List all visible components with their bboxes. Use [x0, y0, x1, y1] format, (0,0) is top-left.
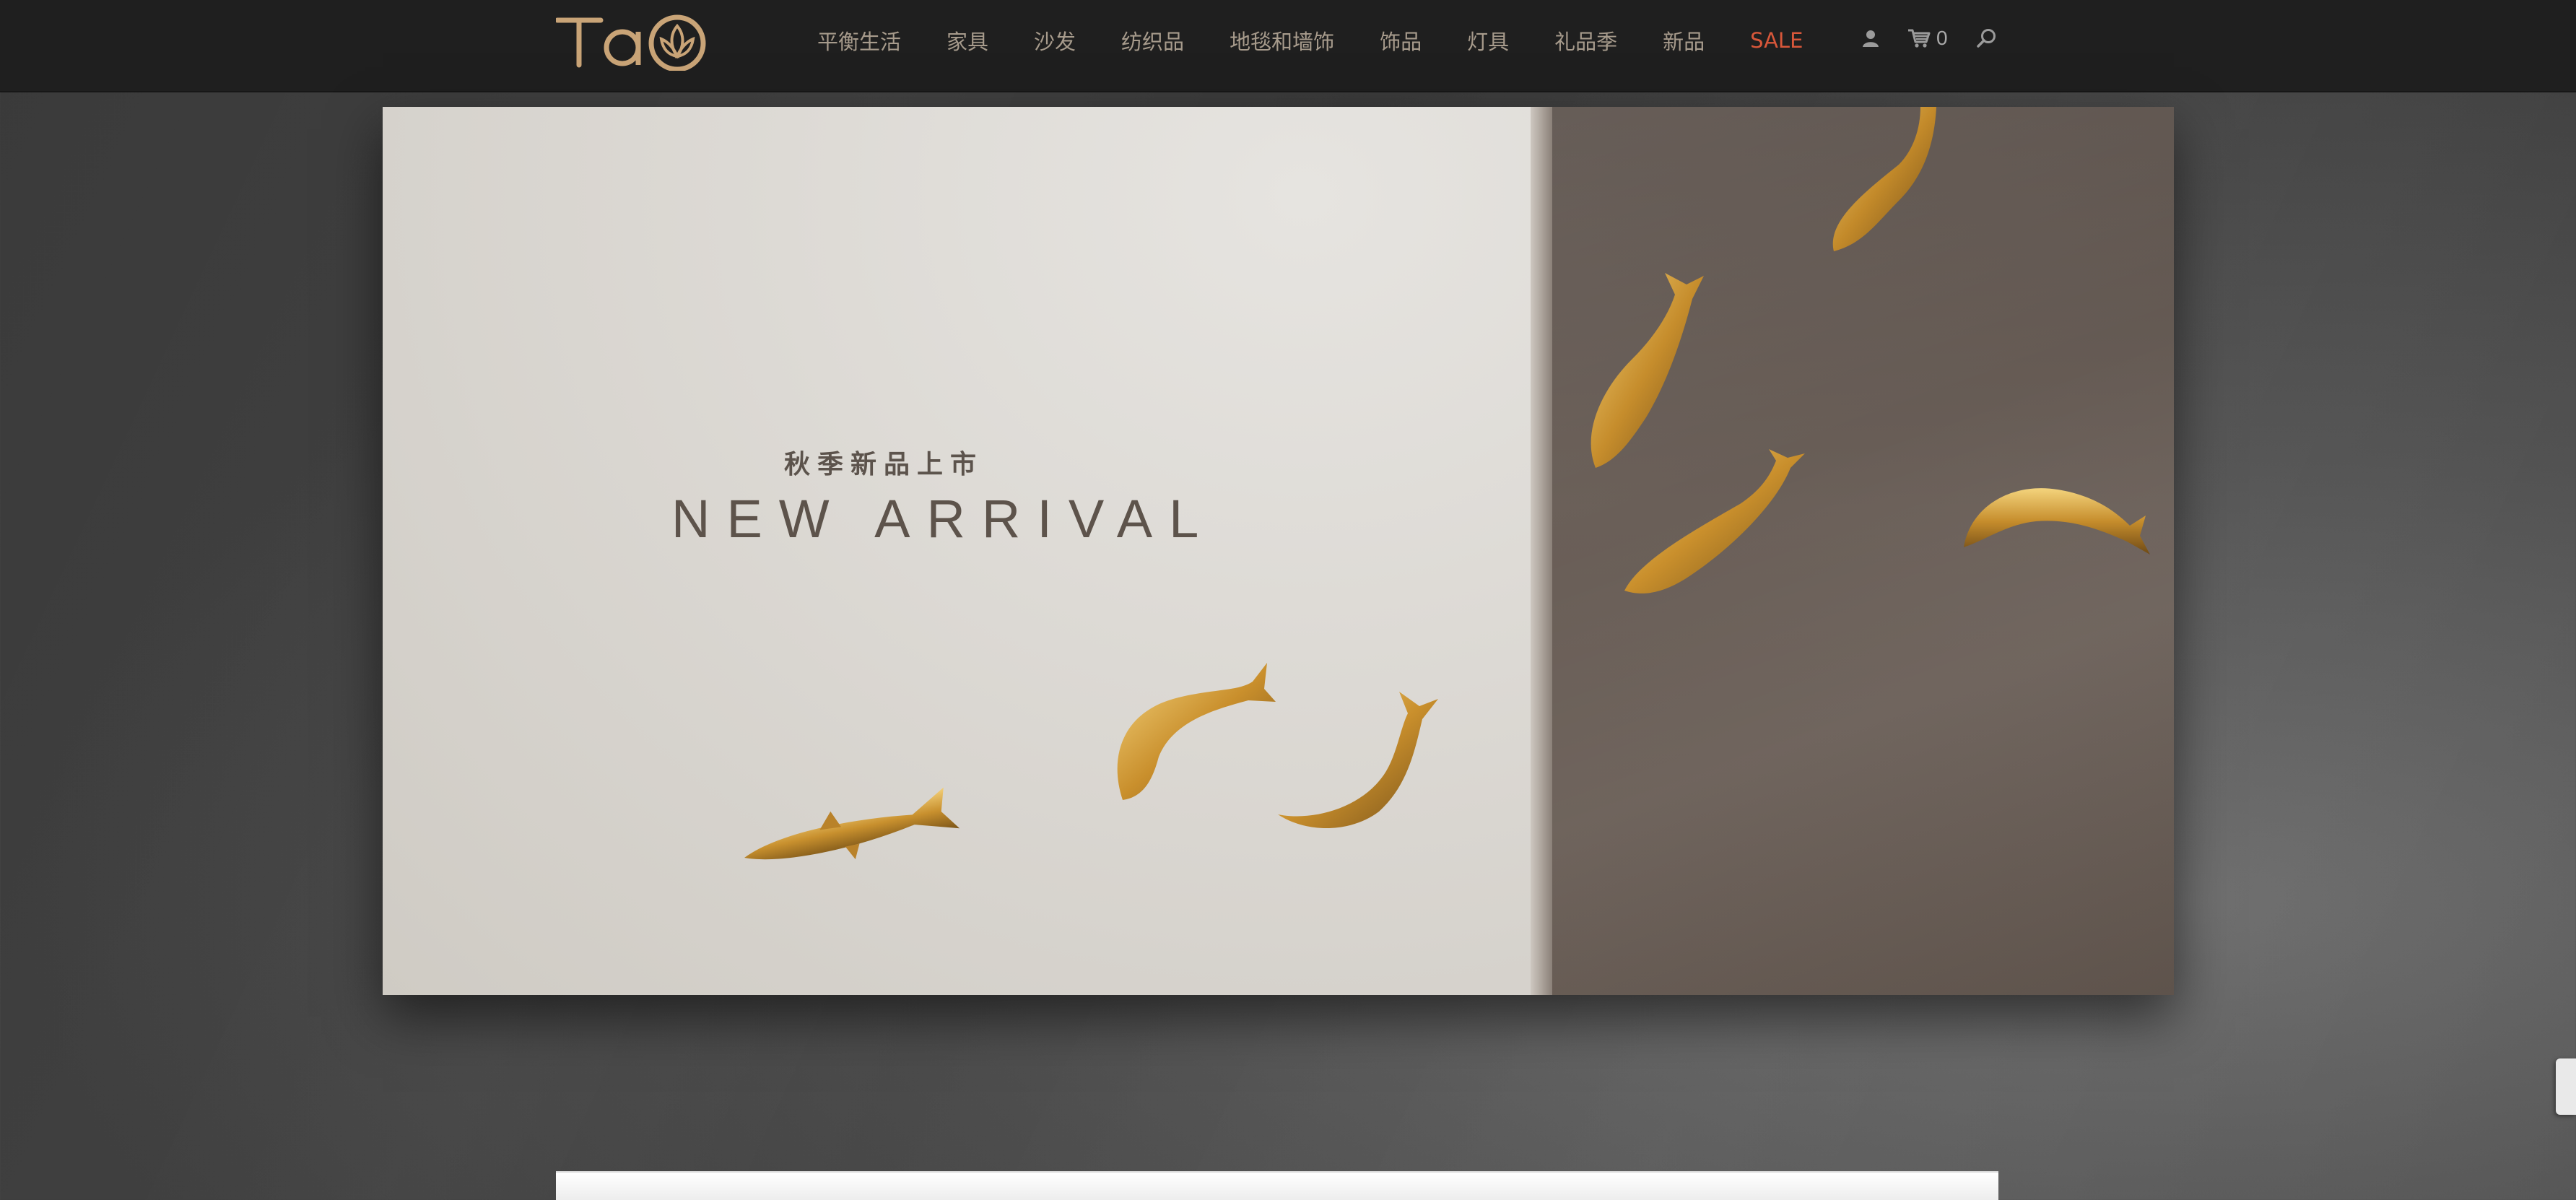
nav-item-accessories[interactable]: 饰品 — [1380, 25, 1422, 56]
nav-item-new[interactable]: 新品 — [1663, 25, 1705, 56]
gold-fish-image — [1278, 692, 1438, 829]
content-panel — [556, 1171, 1998, 1200]
nav-item-gift-season[interactable]: 礼品季 — [1554, 25, 1617, 56]
nav-item-furniture[interactable]: 家具 — [947, 25, 988, 56]
nav-item-rugs-wall-decor[interactable]: 地毯和墙饰 — [1230, 25, 1334, 56]
cart-icon — [1907, 28, 1931, 48]
gold-fish-image — [744, 787, 960, 860]
cart-button[interactable]: 0 — [1907, 27, 1948, 50]
hero-title: NEW ARRIVAL — [671, 489, 1216, 549]
nav-item-sale[interactable]: SALE — [1750, 28, 1803, 53]
nav-item-textiles[interactable]: 纺织品 — [1121, 25, 1184, 56]
gold-fish-image — [1964, 488, 2150, 555]
nav-item-balance-life[interactable]: 平衡生活 — [817, 25, 901, 56]
gold-fish-image — [1117, 663, 1276, 800]
search-icon[interactable] — [1975, 27, 1997, 49]
tao-logo[interactable] — [554, 13, 710, 72]
hero-subtitle: 秋季新品上市 — [784, 450, 984, 479]
cart-count: 0 — [1936, 27, 1948, 49]
nav-item-sofa[interactable]: 沙发 — [1034, 25, 1076, 56]
header-icons: 0 — [1861, 22, 1997, 55]
user-icon[interactable] — [1861, 29, 1880, 48]
hero-banner[interactable]: 秋季新品上市 NEW ARRIVAL — [383, 107, 2174, 995]
main-nav: 平衡生活 家具 沙发 纺织品 地毯和墙饰 饰品 灯具 礼品季 新品 SALE — [817, 0, 1803, 81]
side-tab-button[interactable] — [2556, 1058, 2576, 1115]
nav-item-lighting[interactable]: 灯具 — [1467, 25, 1509, 56]
gold-fish-image — [1624, 449, 1805, 594]
site-header: 平衡生活 家具 沙发 纺织品 地毯和墙饰 饰品 灯具 礼品季 新品 SALE 0 — [0, 0, 2576, 92]
gold-fish-image — [1832, 107, 1936, 251]
hero-wall-edge — [1531, 107, 1552, 995]
